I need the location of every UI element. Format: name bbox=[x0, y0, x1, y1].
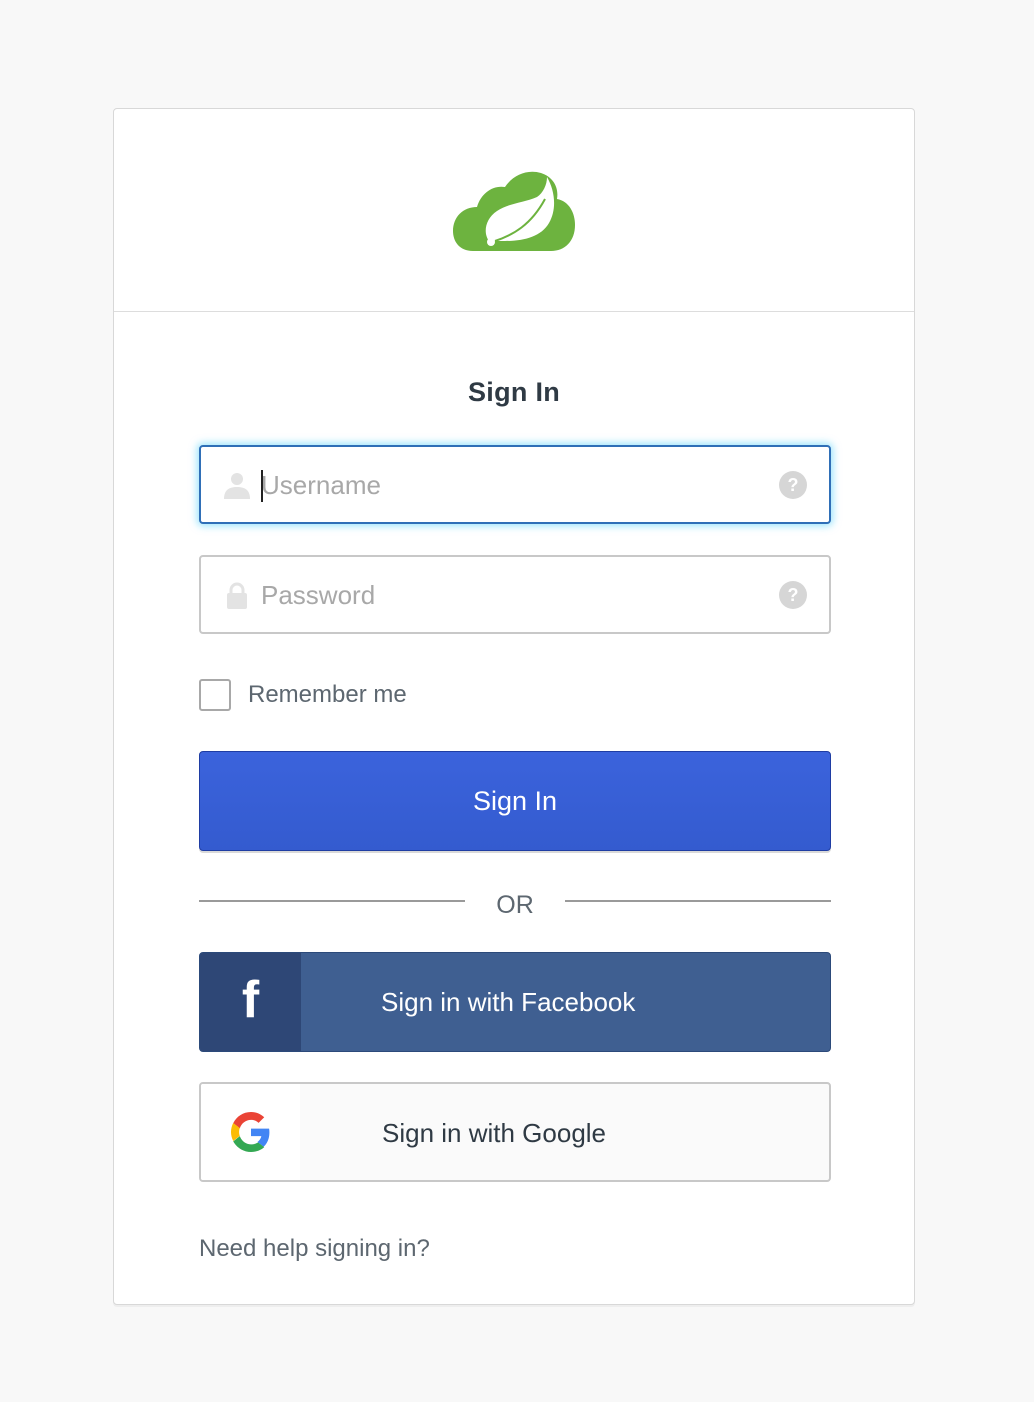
login-card: Sign In ? ? Remember me Sign In OR f Sig… bbox=[113, 108, 915, 1305]
facebook-button-label: Sign in with Facebook bbox=[381, 987, 636, 1017]
sign-in-button[interactable]: Sign In bbox=[199, 751, 831, 851]
page-title: Sign In bbox=[467, 377, 561, 407]
card-header bbox=[114, 109, 914, 312]
google-icon-box bbox=[201, 1084, 300, 1180]
divider-line-right bbox=[565, 900, 831, 902]
remember-me[interactable]: Remember me bbox=[199, 679, 407, 711]
lock-icon bbox=[227, 582, 247, 609]
username-help-icon[interactable]: ? bbox=[779, 471, 807, 499]
text-caret bbox=[261, 470, 263, 502]
password-field[interactable]: ? bbox=[199, 555, 831, 634]
facebook-icon-box: f bbox=[200, 953, 301, 1051]
password-help-icon[interactable]: ? bbox=[779, 581, 807, 609]
password-input[interactable] bbox=[261, 571, 761, 619]
or-text: OR bbox=[496, 891, 534, 919]
google-sign-in-button[interactable]: Sign in with Google bbox=[199, 1082, 831, 1182]
google-icon bbox=[230, 1112, 269, 1152]
spring-logo-icon bbox=[453, 171, 575, 251]
remember-me-label[interactable]: Remember me bbox=[248, 681, 407, 709]
need-help-link[interactable]: Need help signing in? bbox=[199, 1235, 430, 1263]
remember-me-checkbox[interactable] bbox=[199, 679, 231, 711]
or-divider: OR bbox=[199, 889, 831, 925]
user-icon bbox=[224, 473, 250, 499]
facebook-sign-in-button[interactable]: f Sign in with Facebook bbox=[199, 952, 831, 1052]
username-field[interactable]: ? bbox=[199, 445, 831, 524]
facebook-icon: f bbox=[241, 971, 260, 1029]
google-button-label: Sign in with Google bbox=[382, 1118, 607, 1148]
username-input[interactable] bbox=[261, 461, 761, 509]
